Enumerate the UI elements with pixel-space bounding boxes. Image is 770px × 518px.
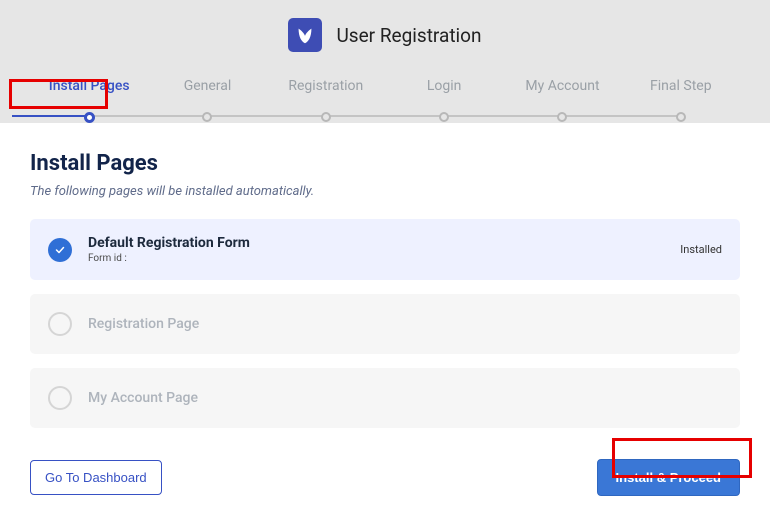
step-label: General: [184, 78, 232, 94]
page-heading: Install Pages: [30, 151, 740, 176]
step-dot-icon: [84, 112, 95, 123]
title-row: User Registration: [0, 18, 770, 52]
step-dot-icon: [202, 112, 212, 122]
item-status: Installed: [680, 243, 722, 256]
item-title: My Account Page: [88, 390, 722, 406]
wizard-stepper: Install Pages General Registration Login…: [0, 78, 770, 123]
list-item: My Account Page: [30, 368, 740, 428]
step-label: Registration: [288, 78, 363, 94]
page-subtext: The following pages will be installed au…: [30, 184, 740, 199]
step-dot-icon: [676, 112, 686, 122]
check-icon: [48, 238, 72, 262]
step-label: Final Step: [650, 78, 712, 94]
app-title: User Registration: [336, 24, 481, 47]
list-item: Registration Page: [30, 294, 740, 354]
circle-empty-icon: [48, 312, 72, 336]
list-item: Default Registration Form Form id : Inst…: [30, 219, 740, 280]
main-content: Install Pages The following pages will b…: [0, 123, 770, 428]
step-dot-icon: [557, 112, 567, 122]
go-to-dashboard-button[interactable]: Go To Dashboard: [30, 460, 162, 495]
header-section: User Registration Install Pages General …: [0, 0, 770, 123]
annotation-highlight: [612, 438, 752, 478]
circle-empty-icon: [48, 386, 72, 410]
app-logo-icon: [288, 18, 322, 52]
item-title: Registration Page: [88, 316, 722, 332]
step-label: Login: [427, 78, 462, 94]
step-label: My Account: [525, 78, 599, 94]
item-title: Default Registration Form: [88, 235, 680, 251]
annotation-highlight: [9, 79, 108, 109]
item-subtext: Form id :: [88, 253, 680, 264]
step-dot-icon: [321, 112, 331, 122]
step-dot-icon: [439, 112, 449, 122]
